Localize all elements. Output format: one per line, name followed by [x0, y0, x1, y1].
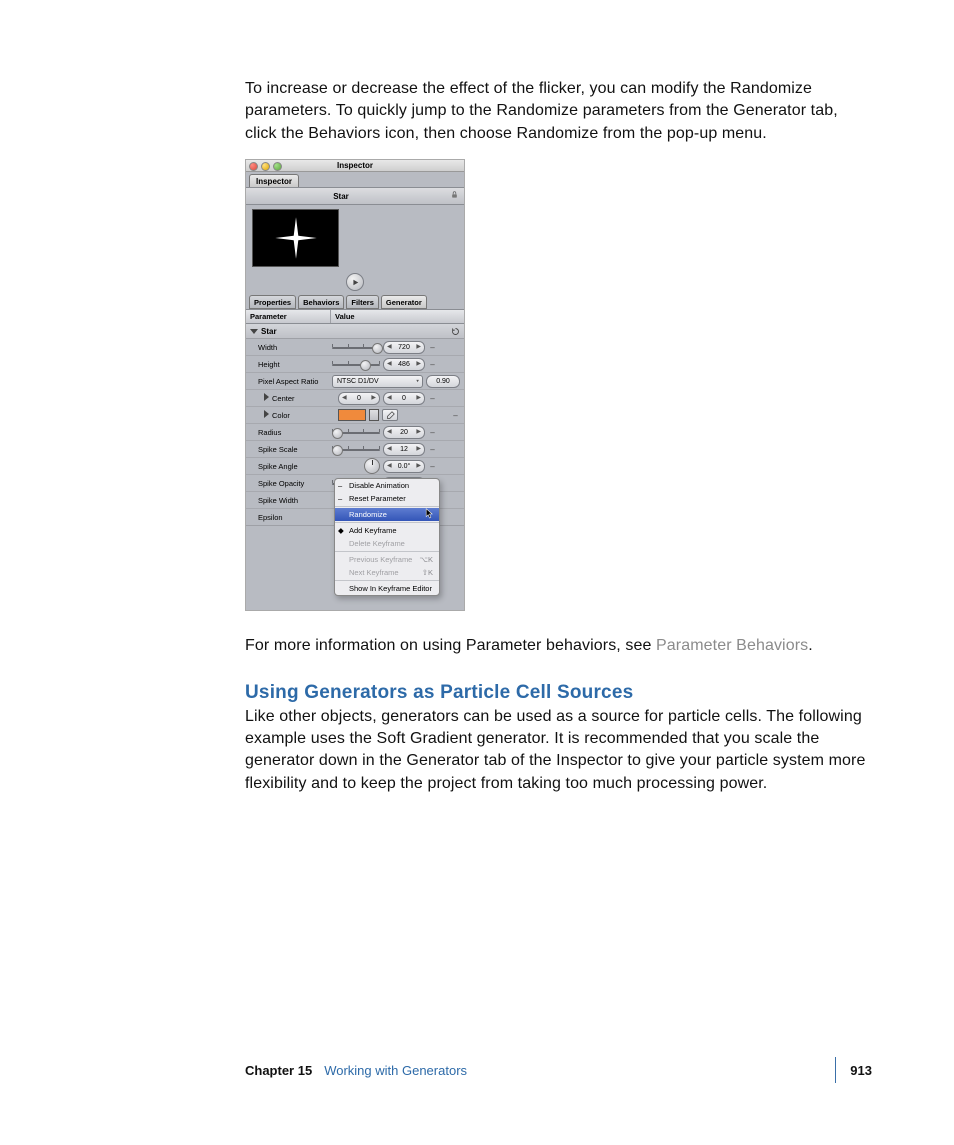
- spike-scale-field[interactable]: ◀12▶: [383, 443, 425, 456]
- color-well[interactable]: [338, 409, 366, 421]
- col-value: Value: [331, 310, 464, 323]
- traffic-lights: [249, 162, 282, 171]
- tab-row-sub: Properties Behaviors Filters Generator: [246, 295, 464, 310]
- param-center: Center ◀0▶ ◀0▶ –: [246, 390, 464, 407]
- chevron-down-icon: [250, 329, 258, 334]
- menu-randomize[interactable]: Randomize: [335, 508, 439, 521]
- page-number: 913: [850, 1063, 872, 1078]
- tab-properties[interactable]: Properties: [249, 295, 296, 309]
- param-menu-icon[interactable]: –: [451, 411, 460, 420]
- chevron-right-icon: [264, 410, 269, 418]
- lock-icon[interactable]: [451, 191, 458, 201]
- window-title: Inspector: [337, 161, 373, 170]
- chevron-right-icon: [264, 393, 269, 401]
- menu-show-in-keyframe-editor[interactable]: Show In Keyframe Editor: [335, 582, 439, 595]
- param-spike-angle: Spike Angle ◀0.0°▶ –: [246, 458, 464, 475]
- param-color: Color –: [246, 407, 464, 424]
- param-height: Height ◀486▶ –: [246, 356, 464, 373]
- tab-generator[interactable]: Generator: [381, 295, 427, 309]
- inspector-screenshot: Inspector Inspector Star: [245, 159, 465, 611]
- par-select[interactable]: NTSC D1/DV: [332, 375, 423, 388]
- par-value[interactable]: 0.90: [426, 375, 460, 388]
- center-x-field[interactable]: ◀0▶: [338, 392, 380, 405]
- column-header: Parameter Value: [246, 310, 464, 324]
- star-preview: [252, 209, 339, 267]
- param-par: Pixel Aspect Ratio NTSC D1/DV 0.90: [246, 373, 464, 390]
- zoom-icon[interactable]: [273, 162, 282, 171]
- chapter-label: Chapter 15: [245, 1063, 312, 1078]
- tab-behaviors[interactable]: Behaviors: [298, 295, 344, 309]
- menu-delete-keyframe: Delete Keyframe: [335, 537, 439, 550]
- center-y-field[interactable]: ◀0▶: [383, 392, 425, 405]
- color-popup-icon[interactable]: [369, 409, 379, 421]
- col-parameter: Parameter: [246, 310, 331, 323]
- object-name: Star: [333, 192, 349, 201]
- param-menu-icon[interactable]: –: [428, 394, 437, 403]
- radius-slider[interactable]: [332, 428, 380, 437]
- menu-previous-keyframe: Previous Keyframe⌥K: [335, 553, 439, 566]
- param-menu-icon[interactable]: –: [428, 360, 437, 369]
- width-field[interactable]: ◀720▶: [383, 341, 425, 354]
- link-parameter-behaviors[interactable]: Parameter Behaviors: [656, 637, 808, 654]
- paragraph-generators-cell: Like other objects, generators can be us…: [245, 706, 872, 796]
- tab-filters[interactable]: Filters: [346, 295, 379, 309]
- param-width: Width ◀720▶ –: [246, 339, 464, 356]
- spike-angle-dial[interactable]: [364, 458, 380, 474]
- width-slider[interactable]: [332, 343, 380, 352]
- spike-scale-slider[interactable]: [332, 445, 380, 454]
- param-menu-icon[interactable]: –: [428, 428, 437, 437]
- parameter-popup-menu: –Disable Animation –Reset Parameter Rand…: [334, 478, 440, 596]
- param-menu-icon[interactable]: –: [428, 343, 437, 352]
- eyedropper-icon[interactable]: [382, 409, 398, 421]
- tab-row-main: Inspector: [246, 172, 464, 188]
- section-heading: Using Generators as Particle Cell Source…: [245, 682, 872, 704]
- param-menu-icon[interactable]: –: [428, 445, 437, 454]
- menu-add-keyframe[interactable]: ◆Add Keyframe: [335, 524, 439, 537]
- height-slider[interactable]: [332, 360, 380, 369]
- tab-inspector[interactable]: Inspector: [249, 174, 299, 187]
- chapter-title: Working with Generators: [324, 1063, 467, 1078]
- height-field[interactable]: ◀486▶: [383, 358, 425, 371]
- paragraph-see-also: For more information on using Parameter …: [245, 635, 872, 657]
- window-titlebar: Inspector: [246, 160, 464, 172]
- cursor-icon: [425, 508, 434, 520]
- paragraph-intro: To increase or decrease the effect of th…: [245, 78, 872, 145]
- group-star[interactable]: Star: [246, 324, 464, 339]
- object-header: Star: [246, 188, 464, 205]
- minimize-icon[interactable]: [261, 162, 270, 171]
- page: To increase or decrease the effect of th…: [0, 0, 954, 1145]
- reset-icon[interactable]: [451, 327, 460, 336]
- param-spike-scale: Spike Scale ◀12▶ –: [246, 441, 464, 458]
- menu-reset-parameter[interactable]: –Reset Parameter: [335, 492, 439, 505]
- param-menu-icon[interactable]: –: [428, 462, 437, 471]
- menu-disable-animation[interactable]: –Disable Animation: [335, 479, 439, 492]
- spike-angle-field[interactable]: ◀0.0°▶: [383, 460, 425, 473]
- param-radius: Radius ◀20▶ –: [246, 424, 464, 441]
- radius-field[interactable]: ◀20▶: [383, 426, 425, 439]
- menu-next-keyframe: Next Keyframe⇧K: [335, 566, 439, 579]
- footer-divider: [835, 1057, 836, 1083]
- play-icon[interactable]: [346, 273, 364, 291]
- close-icon[interactable]: [249, 162, 258, 171]
- page-footer: Chapter 15 Working with Generators 913: [245, 1057, 872, 1083]
